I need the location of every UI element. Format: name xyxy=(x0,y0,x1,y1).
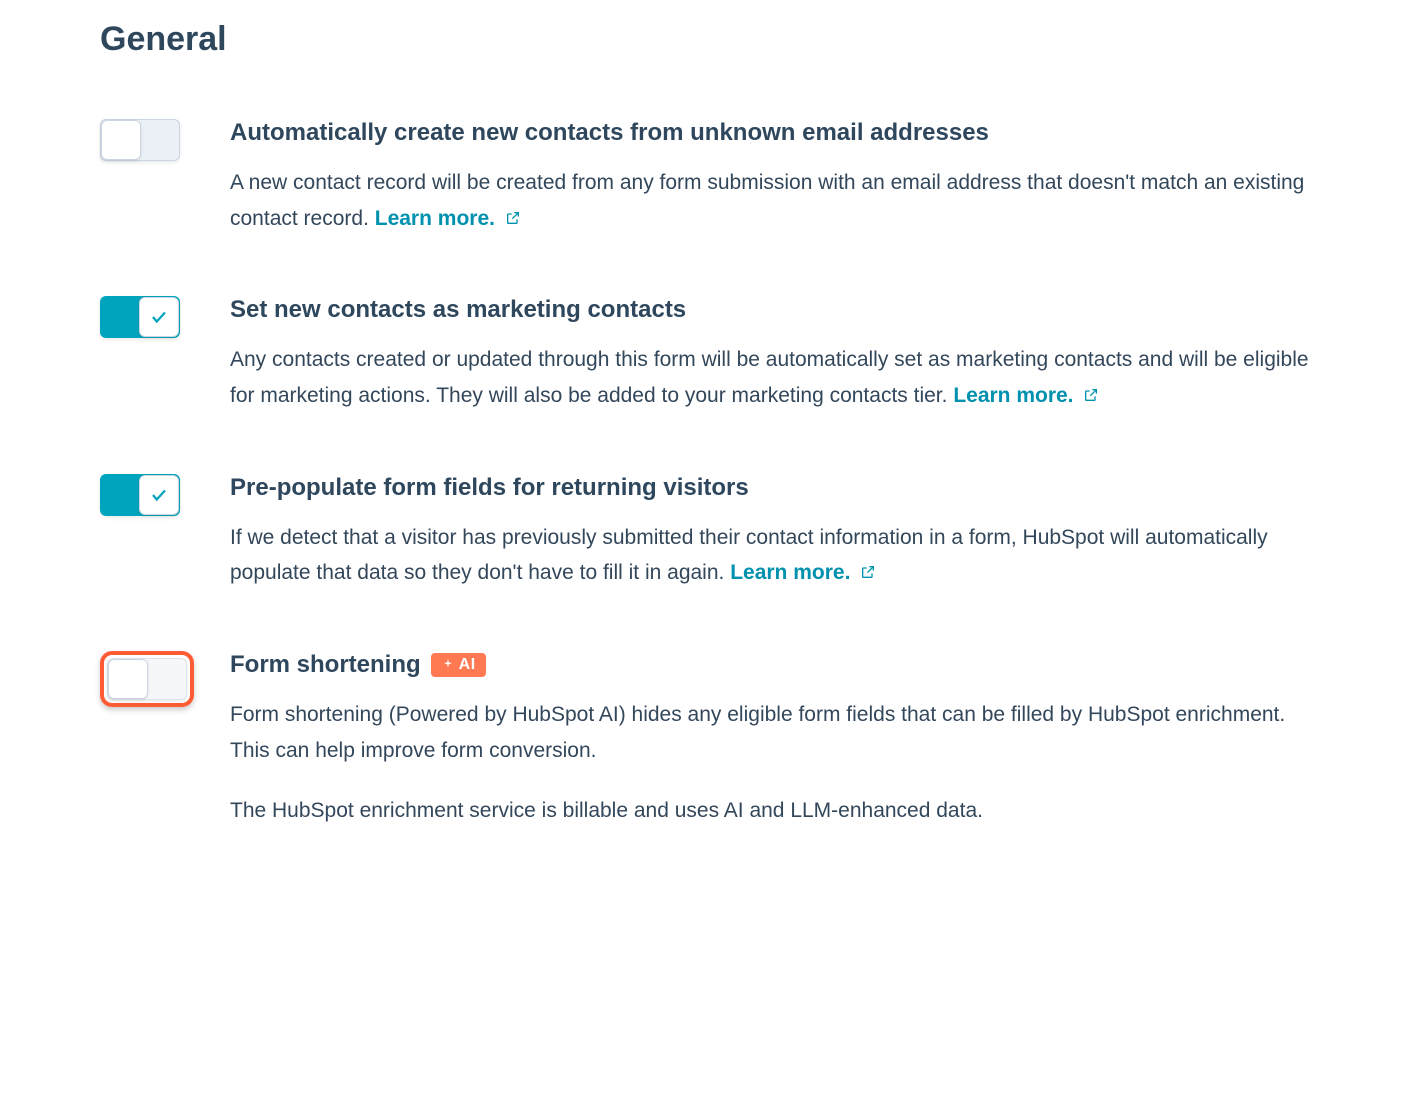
learn-more-link[interactable]: Learn more. xyxy=(730,561,876,584)
setting-description: Form shortening (Powered by HubSpot AI) … xyxy=(230,697,1318,768)
setting-description: A new contact record will be created fro… xyxy=(230,165,1318,236)
ai-badge: AI xyxy=(431,653,486,677)
toggle-highlight-box xyxy=(100,651,194,707)
setting-form-shortening: Form shortening AI Form shortening (Powe… xyxy=(100,651,1318,828)
external-link-icon xyxy=(860,556,876,572)
section-title: General xyxy=(100,20,1318,59)
setting-auto-create-contacts: Automatically create new contacts from u… xyxy=(100,119,1318,236)
check-icon xyxy=(150,308,168,326)
setting-marketing-contacts: Set new contacts as marketing contacts A… xyxy=(100,296,1318,413)
setting-description: Any contacts created or updated through … xyxy=(230,342,1318,413)
check-icon xyxy=(150,486,168,504)
setting-title: Form shortening AI xyxy=(230,651,1318,679)
toggle-marketing-contacts[interactable] xyxy=(100,296,180,338)
toggle-auto-create-contacts[interactable] xyxy=(100,119,180,161)
setting-title: Automatically create new contacts from u… xyxy=(230,119,1318,147)
setting-description: If we detect that a visitor has previous… xyxy=(230,520,1318,591)
learn-more-link[interactable]: Learn more. xyxy=(953,384,1099,407)
sparkle-icon xyxy=(441,658,455,672)
learn-more-link[interactable]: Learn more. xyxy=(375,207,521,230)
setting-title: Pre-populate form fields for returning v… xyxy=(230,474,1318,502)
setting-title: Set new contacts as marketing contacts xyxy=(230,296,1318,324)
setting-prepopulate-fields: Pre-populate form fields for returning v… xyxy=(100,474,1318,591)
toggle-prepopulate-fields[interactable] xyxy=(100,474,180,516)
setting-description-2: The HubSpot enrichment service is billab… xyxy=(230,793,1318,829)
external-link-icon xyxy=(1083,379,1099,395)
external-link-icon xyxy=(505,202,521,218)
toggle-form-shortening[interactable] xyxy=(107,658,187,700)
